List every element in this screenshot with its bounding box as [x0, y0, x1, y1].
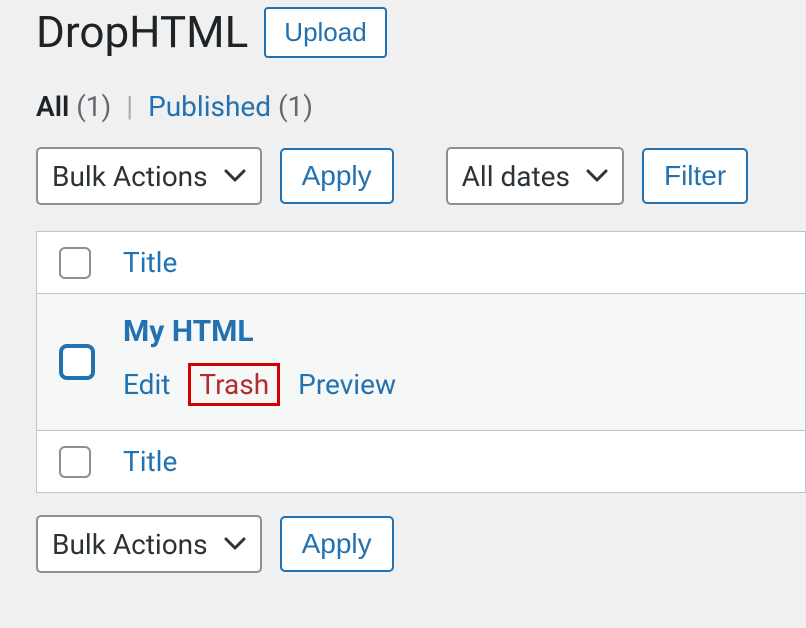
bulk-actions-select[interactable]: Bulk Actions — [36, 147, 262, 205]
row-actions: Edit Trash Preview — [123, 363, 396, 406]
table-row: My HTML Edit Trash Preview — [37, 294, 805, 431]
edit-link[interactable]: Edit — [123, 368, 170, 401]
column-header-title-top[interactable]: Title — [123, 246, 177, 279]
post-title-link[interactable]: My HTML — [123, 314, 396, 349]
chevron-down-icon — [586, 169, 608, 183]
bulk-actions-label-bottom: Bulk Actions — [52, 528, 208, 561]
filter-all-count: (1) — [76, 90, 111, 123]
posts-table: Title My HTML Edit Trash Preview Title — [36, 231, 806, 493]
preview-link[interactable]: Preview — [298, 368, 396, 401]
select-all-checkbox-top[interactable] — [59, 247, 91, 279]
apply-button-top[interactable]: Apply — [280, 148, 394, 204]
filter-published-label: Published — [148, 90, 271, 123]
filter-button[interactable]: Filter — [642, 148, 748, 204]
status-filter-list: All (1) | Published (1) — [36, 90, 806, 123]
select-all-checkbox-bottom[interactable] — [59, 446, 91, 478]
filter-separator: | — [118, 90, 141, 123]
filter-published-link[interactable]: Published (1) — [148, 90, 313, 123]
page-title: DropHTML — [36, 6, 248, 58]
dates-select[interactable]: All dates — [446, 147, 624, 205]
trash-link[interactable]: Trash — [188, 363, 280, 406]
column-header-title-bottom[interactable]: Title — [123, 445, 177, 478]
filter-all-label: All — [36, 90, 69, 123]
bulk-actions-label: Bulk Actions — [52, 160, 208, 193]
chevron-down-icon — [224, 537, 246, 551]
dates-label: All dates — [462, 160, 570, 193]
filter-published-count: (1) — [278, 90, 313, 123]
upload-button[interactable]: Upload — [264, 7, 386, 58]
bulk-actions-select-bottom[interactable]: Bulk Actions — [36, 515, 262, 573]
row-checkbox[interactable] — [59, 344, 95, 380]
chevron-down-icon — [224, 169, 246, 183]
apply-button-bottom[interactable]: Apply — [280, 516, 394, 572]
filter-all-link[interactable]: All (1) — [36, 90, 118, 123]
